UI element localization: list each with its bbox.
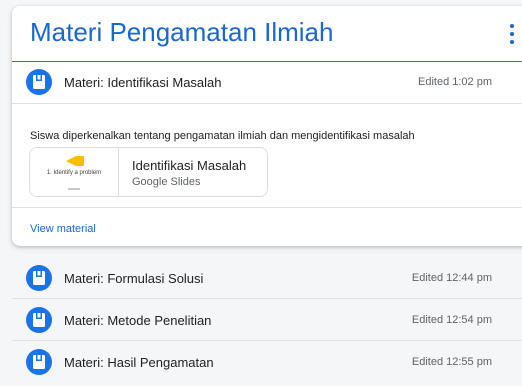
material-book-icon (26, 265, 52, 291)
material-book-icon (26, 307, 52, 333)
material-title: Materi: Hasil Pengamatan (64, 355, 214, 370)
thumbnail-shape (66, 156, 84, 166)
material-title: Materi: Metode Penelitian (64, 313, 212, 328)
material-row-formulasi-solusi[interactable]: Materi: Formulasi Solusi Edited 12:44 pm (12, 257, 522, 299)
material-edited-time: Edited 12:55 pm (411, 356, 492, 368)
view-material-link[interactable]: View material (30, 223, 96, 235)
material-row-metode-penelitian[interactable]: Materi: Metode Penelitian Edited 12:54 p… (12, 299, 522, 341)
attachment-title: Identifikasi Masalah (132, 158, 247, 173)
material-book-icon (26, 69, 52, 95)
material-edited-time: Edited 12:54 pm (411, 314, 492, 326)
divider (12, 207, 522, 208)
classwork-page: Materi Pengamatan Ilmiah Materi: Identif… (0, 0, 522, 386)
material-row-identifikasi-masalah[interactable]: Materi: Identifikasi Masalah Edited 1:02… (12, 61, 522, 104)
material-title: Materi: Formulasi Solusi (64, 271, 204, 286)
attachment-card[interactable]: 1. Identify a problem Identifikasi Masal… (29, 147, 268, 197)
slides-thumbnail: 1. Identify a problem (30, 148, 119, 196)
material-row-hasil-pengamatan[interactable]: Materi: Hasil Pengamatan Edited 12:55 pm (12, 341, 522, 383)
thumbnail-footer (68, 188, 80, 190)
topic-card: Materi Pengamatan Ilmiah Materi: Identif… (12, 6, 522, 246)
material-title: Materi: Identifikasi Masalah (64, 75, 222, 90)
material-edited-time: Edited 12:44 pm (411, 272, 492, 284)
material-book-icon (26, 349, 52, 375)
thumbnail-caption: 1. Identify a problem (46, 170, 102, 176)
material-edited-time: Edited 1:02 pm (418, 76, 492, 88)
topic-header: Materi Pengamatan Ilmiah (12, 6, 522, 62)
attachment-type: Google Slides (132, 176, 201, 188)
topic-title: Materi Pengamatan Ilmiah (30, 17, 334, 47)
material-description: Siswa diperkenalkan tentang pengamatan i… (30, 130, 415, 142)
more-vert-icon[interactable] (502, 22, 522, 46)
